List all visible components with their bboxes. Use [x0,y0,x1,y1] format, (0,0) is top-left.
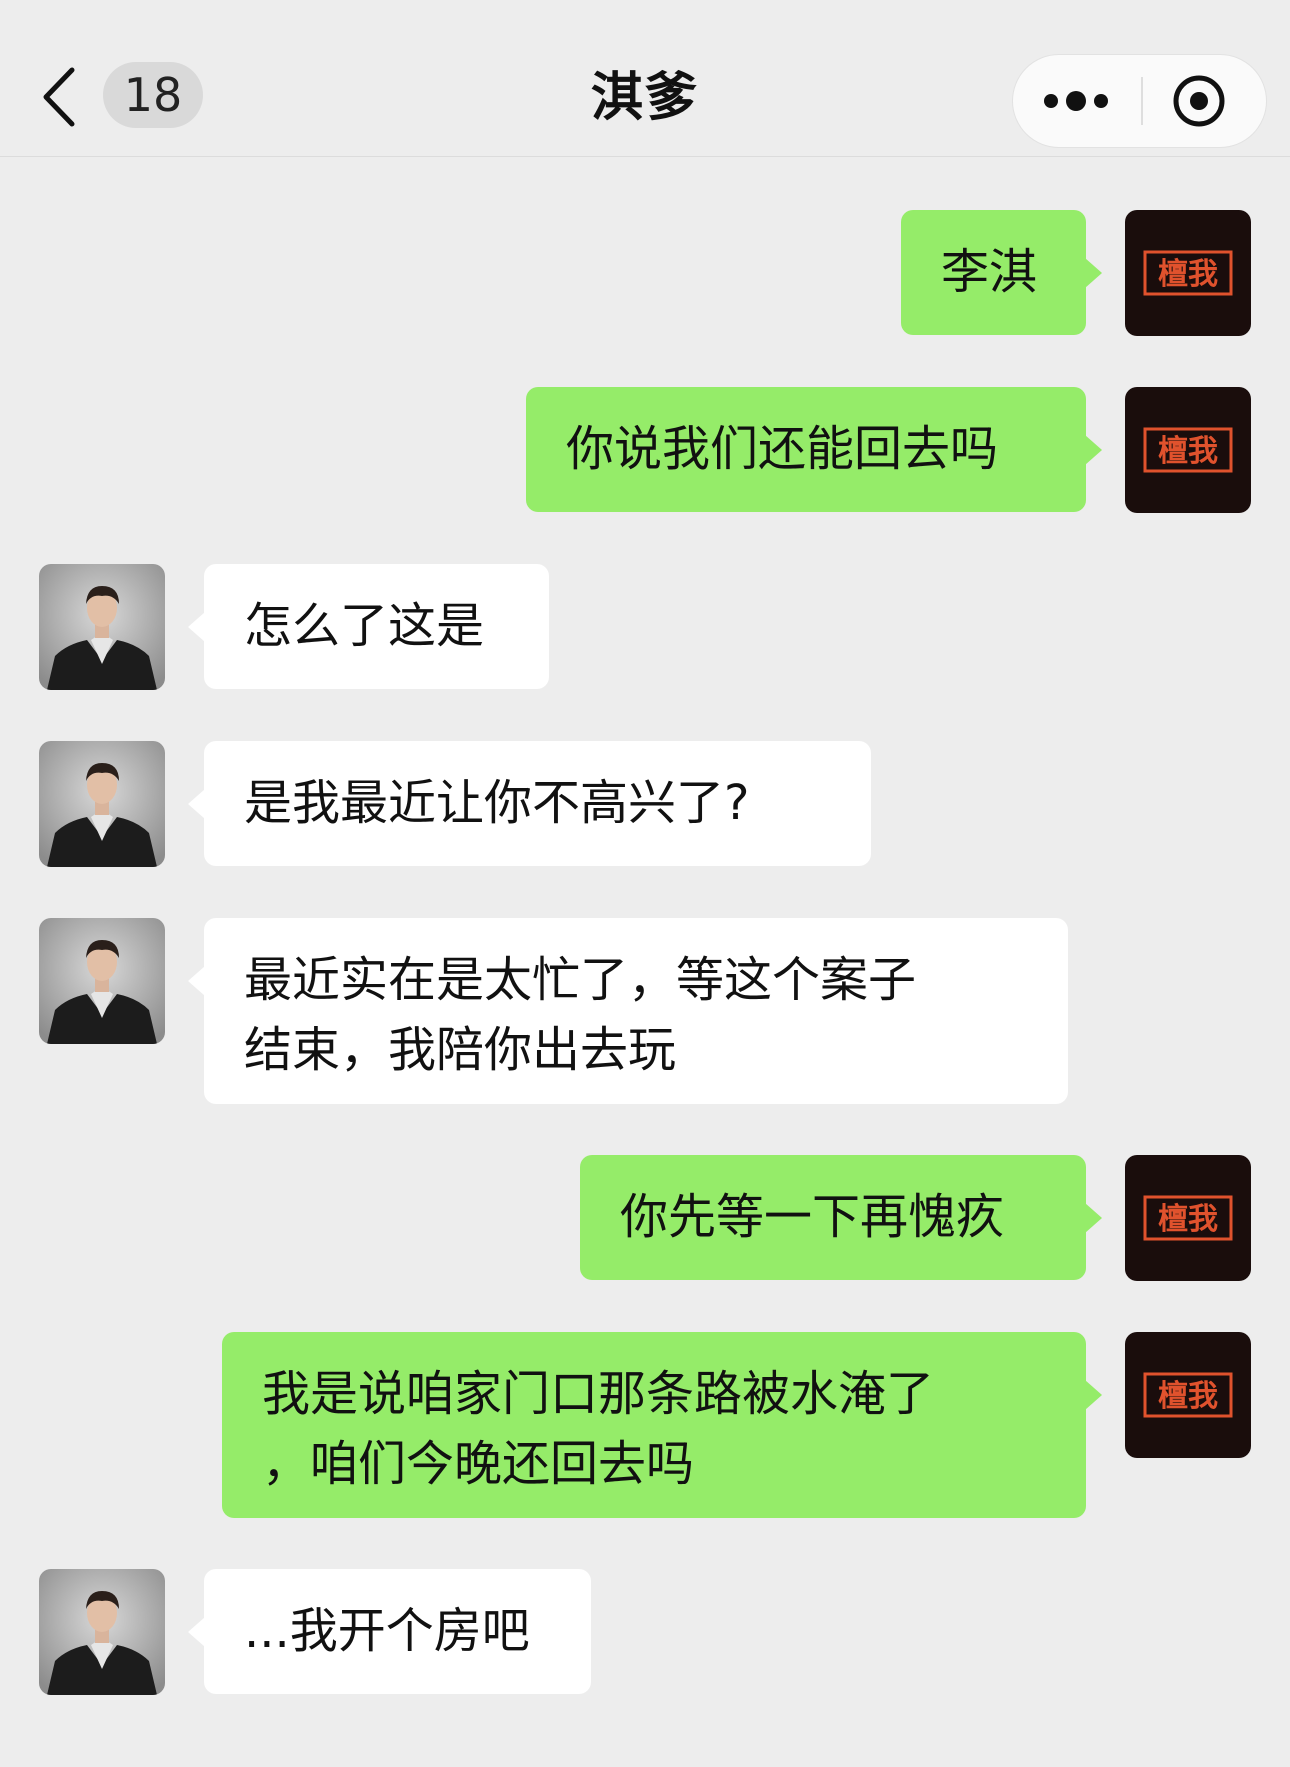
person-photo-icon [39,741,165,867]
target-close-icon [1173,75,1225,127]
avatar[interactable] [39,918,165,1044]
chat-header: 18 淇爹 [0,0,1290,157]
svg-text:檀我: 檀我 [1158,257,1218,292]
message-bubble-incoming[interactable]: 怎么了这是 [188,564,549,689]
message-bubble-outgoing[interactable]: 李淇 [901,210,1102,335]
message-bubble-incoming[interactable]: 是我最近让你不高兴了? [188,741,871,866]
seal-logo-icon: 檀我 [1125,1332,1251,1458]
message-bubble-incoming[interactable]: 最近实在是太忙了，等这个案子 结束，我陪你出去玩 [188,918,1068,1104]
message-bubble-outgoing[interactable]: 我是说咱家门口那条路被水淹了 ，咱们今晚还回去吗 [222,1332,1102,1518]
avatar[interactable] [39,741,165,867]
avatar[interactable] [39,1569,165,1695]
close-button[interactable] [1143,55,1267,147]
person-photo-icon [39,1569,165,1695]
seal-logo-icon: 檀我 [1125,1155,1251,1281]
chevron-left-icon [43,67,75,127]
svg-text:檀我: 檀我 [1158,1379,1218,1414]
more-dots-icon [1044,91,1108,111]
seal-logo-icon: 檀我 [1125,210,1251,336]
mini-program-capsule [1012,54,1267,148]
back-button[interactable] [38,62,88,132]
unread-count-badge[interactable]: 18 [103,62,203,128]
person-photo-icon [39,918,165,1044]
avatar[interactable]: 檀我 [1125,387,1251,513]
avatar[interactable] [39,564,165,690]
avatar[interactable]: 檀我 [1125,1332,1251,1458]
svg-text:檀我: 檀我 [1158,434,1218,469]
person-photo-icon [39,564,165,690]
message-bubble-outgoing[interactable]: 你说我们还能回去吗 [526,387,1102,512]
avatar[interactable]: 檀我 [1125,210,1251,336]
avatar[interactable]: 檀我 [1125,1155,1251,1281]
message-bubble-incoming[interactable]: ...我开个房吧 [188,1569,591,1694]
message-bubble-outgoing[interactable]: 你先等一下再愧疚 [580,1155,1102,1280]
svg-text:檀我: 檀我 [1158,1202,1218,1237]
seal-logo-icon: 檀我 [1125,387,1251,513]
more-button[interactable] [1013,55,1139,147]
